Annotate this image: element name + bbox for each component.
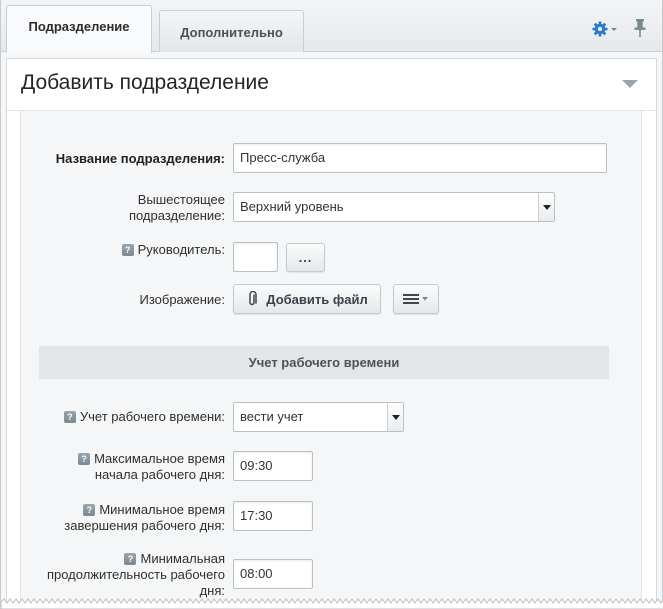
file-menu-button[interactable] (393, 284, 439, 314)
help-icon[interactable]: ? (124, 553, 137, 565)
tab-bar: Подразделение Дополнительно (1, 0, 662, 53)
min-duration-label: ? Минимальная продолжительность рабочего … (46, 551, 225, 598)
help-icon[interactable]: ? (63, 411, 76, 423)
pin-button[interactable] (632, 18, 648, 38)
tab-department[interactable]: Подразделение (6, 5, 152, 53)
pin-icon (634, 19, 646, 37)
parent-select[interactable]: Верхний уровень (233, 192, 555, 222)
min-duration-field[interactable]: 08:00 (233, 559, 313, 589)
menu-icon (403, 294, 428, 304)
add-file-button[interactable]: Добавить файл (233, 284, 381, 314)
help-icon[interactable]: ? (83, 504, 96, 516)
gear-icon (592, 21, 617, 37)
tab-additional-label: Дополнительно (180, 25, 283, 40)
manager-label: ? Руководитель: (31, 242, 225, 258)
help-icon[interactable]: ? (78, 453, 91, 465)
help-icon[interactable]: ? (121, 244, 134, 256)
page-title: Добавить подразделение (21, 71, 269, 94)
tracking-select[interactable]: вести учет (233, 402, 404, 432)
tab-additional[interactable]: Дополнительно (159, 10, 304, 52)
min-end-label: ? Минимальное время завершения рабочего д… (64, 502, 225, 533)
tracking-select-value: вести учет (240, 409, 304, 424)
triangle-down-icon[interactable] (622, 79, 638, 89)
name-label: Название подразделения: (55, 151, 225, 166)
chevron-down-icon (611, 28, 617, 31)
paperclip-icon (249, 291, 258, 306)
window-frame: Подразделение Дополнительно Добавить под… (0, 0, 663, 609)
max-start-label: ? Максимальное время начала рабочего дня: (31, 451, 225, 483)
worktime-section-header: Учет рабочего времени (39, 346, 609, 379)
min-end-field[interactable]: 17:30 (233, 501, 313, 531)
chevron-down-icon (422, 297, 428, 301)
parent-select-value: Верхний уровень (240, 199, 344, 214)
panel-header: Добавить подразделение (7, 59, 656, 111)
max-start-field[interactable]: 09:30 (233, 451, 313, 481)
tracking-label: ? Учет рабочего времени: (31, 409, 225, 425)
image-label: Изображение: (139, 292, 225, 307)
manager-field[interactable] (233, 242, 278, 272)
torn-edge (1, 598, 663, 609)
chevron-down-icon (387, 403, 403, 431)
tab-department-label: Подразделение (28, 19, 130, 34)
add-file-button-label: Добавить файл (266, 291, 368, 307)
select-manager-button[interactable]: ... (286, 243, 325, 272)
settings-button[interactable] (591, 19, 621, 39)
name-field[interactable]: Пресс-служба (233, 143, 607, 173)
chevron-down-icon (538, 193, 554, 221)
parent-label: Вышестоящее подразделение: (128, 192, 225, 223)
